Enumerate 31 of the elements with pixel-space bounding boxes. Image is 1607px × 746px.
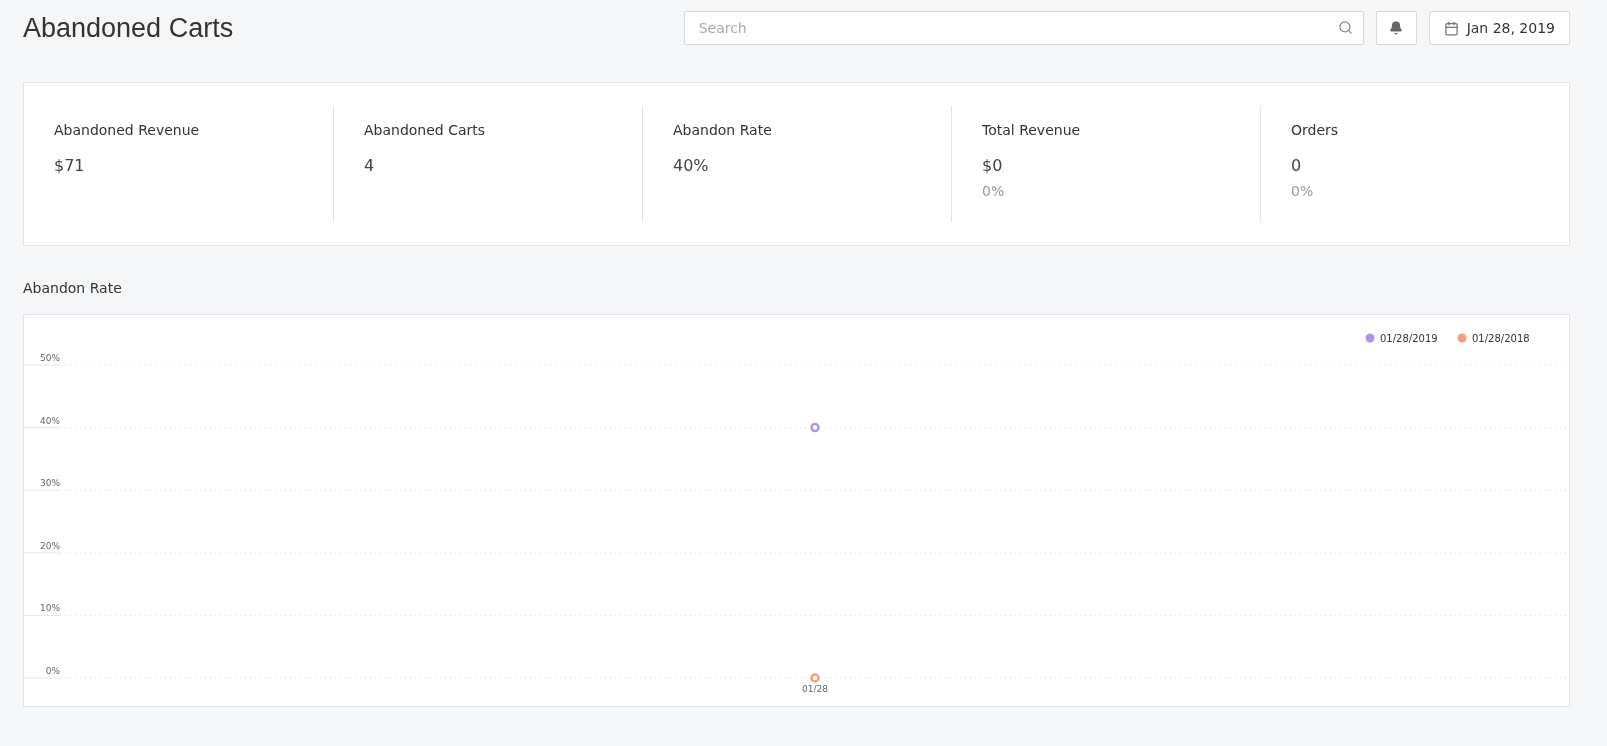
data-point <box>810 422 820 433</box>
chart-title: Abandon Rate <box>23 280 122 296</box>
y-tick-label: 10% <box>40 603 60 614</box>
stat-value: $71 <box>54 156 85 175</box>
calendar-icon <box>1443 20 1459 36</box>
stat-value: 40% <box>673 156 709 175</box>
stat-change: 0% <box>982 183 1005 199</box>
stat-change: 0% <box>1291 183 1314 199</box>
stat-label: Abandon Rate <box>673 122 772 138</box>
stat-label: Abandoned Carts <box>364 122 486 138</box>
stat-value: 0 <box>1291 156 1302 175</box>
search-icon <box>1337 20 1353 35</box>
page-title: Abandoned Carts <box>23 12 235 44</box>
stat-label: Orders <box>1291 122 1339 138</box>
legend-label: 01/28/2018 <box>1472 333 1530 344</box>
legend-label: 01/28/2019 <box>1380 333 1438 344</box>
y-tick-label: 50% <box>40 353 60 363</box>
stat-label: Abandoned Revenue <box>54 122 200 138</box>
data-point <box>810 673 820 683</box>
x-tick-label: 01/28 <box>802 684 828 694</box>
stat-label: Total Revenue <box>982 122 1081 138</box>
notification-button[interactable] <box>1375 11 1417 45</box>
bell-icon <box>1389 21 1404 35</box>
y-tick-label: 20% <box>40 540 60 551</box>
stat-value: 4 <box>364 156 375 175</box>
date-button[interactable]: Jan 28, 2019 <box>1428 11 1570 45</box>
y-tick-label: 30% <box>40 478 60 489</box>
y-tick-label: 0% <box>45 666 60 676</box>
search-field[interactable]: Search <box>683 11 1364 45</box>
y-tick-label: 40% <box>40 415 60 426</box>
stat-value: $0 <box>982 156 1003 175</box>
